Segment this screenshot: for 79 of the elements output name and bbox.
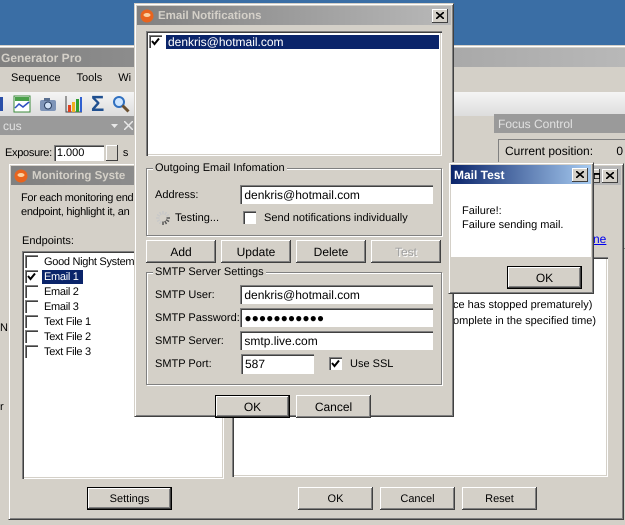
action-button[interactable]: Update [221,240,291,263]
window-title: Email Notifications [158,10,262,22]
menu-item[interactable]: Sequence [11,72,61,87]
window-title: Generator Pro [1,50,82,64]
list-item[interactable]: Text File 3 [42,344,95,358]
close-button[interactable] [602,168,618,182]
list-item[interactable]: Email 2 [42,284,83,298]
text-field[interactable]: ●●●●●●●●●●● [240,308,433,327]
close-icon [436,12,444,19]
checkbox[interactable] [25,300,38,313]
close-icon [576,171,584,178]
dialog-button[interactable]: OK [215,395,290,418]
spinner-icon [155,210,171,226]
sigma-icon[interactable]: Σ [91,94,104,114]
exposure-field[interactable]: 1.000 [54,145,104,161]
checkbox-label: Use SSL [350,358,394,370]
action-button[interactable]: Add [146,240,216,263]
panel-title: cus [3,118,22,132]
list-item[interactable]: Good Night System [42,254,138,268]
checkbox[interactable] [25,330,38,343]
field-label: SMTP Port: [155,358,213,370]
unit-label: s [122,147,128,159]
group-title: Outgoing Email Infomation [153,162,287,174]
partial-label: N [0,322,8,334]
checkbox[interactable] [243,211,256,224]
port-field[interactable]: 587 [241,354,314,374]
text-field[interactable]: denkris@hotmail.com [240,285,433,304]
field-label: SMTP Server: [155,334,225,346]
list-item[interactable]: Email 3 [42,300,83,314]
search-icon[interactable] [112,95,130,113]
window-title: Monitoring Syste [32,170,126,182]
settings-button[interactable]: Settings [87,487,172,510]
field-label: SMTP User: [155,288,216,300]
checkbox[interactable] [25,270,38,283]
address-field[interactable]: denkris@hotmail.com [240,185,433,204]
dialog-button[interactable]: Cancel [380,487,455,510]
list-item[interactable]: denkris@hotmail.com [166,34,439,48]
field-label: SMTP Password: [155,312,240,324]
field-label: Current position: [505,144,594,158]
text-field[interactable]: smtp.live.com [240,331,433,350]
intro-text: For each monitoring end [21,191,134,205]
field-value: 0 [616,144,623,158]
dialog-button[interactable]: Reset [462,487,537,510]
dialog-button[interactable]: Cancel [296,395,371,418]
list-item[interactable]: Email 1 [42,270,83,284]
group-title: SMTP Server Settings [153,266,266,278]
checkbox[interactable] [25,255,38,268]
partial-label: r [0,401,4,413]
close-button[interactable] [432,8,448,22]
panel-title: Focus Control [498,116,573,130]
menu-item[interactable]: Tools [76,72,102,87]
list-item[interactable]: Text File 1 [42,314,95,328]
checkbox[interactable] [329,357,342,370]
field-label: Address: [155,188,200,200]
window-title: Mail Test [454,168,504,182]
exposure-label: Exposure: [5,147,52,159]
maximize-icon [594,172,600,180]
app-icon [14,168,28,182]
message-text: Failure!: [462,204,503,218]
app-icon [140,8,154,22]
camera-icon[interactable] [39,96,57,112]
endpoints-label: Endpoints: [22,235,74,247]
intro-text: endpoint, highlight it, an [21,205,130,219]
close-button[interactable] [572,168,588,182]
dialog-button[interactable]: OK [298,487,373,510]
close-icon [606,172,614,179]
bar-chart-icon[interactable] [65,95,83,113]
checkbox[interactable] [25,315,38,328]
menu-item[interactable]: Wi [118,72,132,87]
message-text: Failure sending mail. [462,218,564,232]
ok-button[interactable]: OK [507,266,582,289]
checkbox-label: Send notifications individually [264,212,408,224]
chart-icon[interactable] [13,95,31,113]
action-button[interactable]: Delete [296,240,366,263]
list-item[interactable]: Text File 2 [42,330,95,344]
link[interactable]: ne [593,232,606,246]
checkbox[interactable] [25,285,38,298]
status-text: omplete in the specified time) [453,314,598,329]
status-text: Testing... [175,212,220,224]
